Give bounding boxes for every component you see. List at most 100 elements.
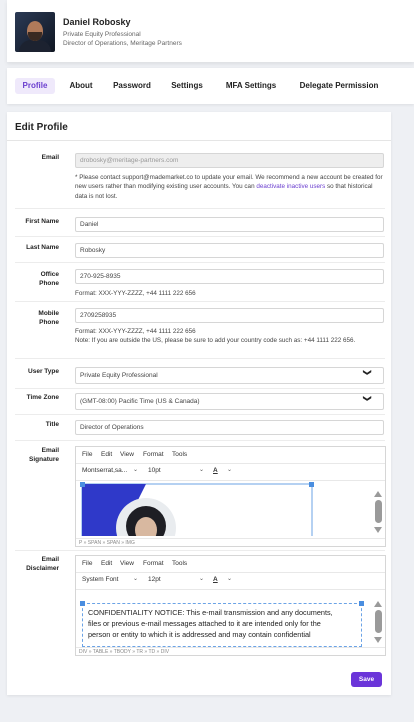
menu-edit[interactable]: Edit <box>101 451 112 458</box>
user-role: Director of Operations, Meritage Partner… <box>63 40 182 47</box>
signature-label-line1: Email <box>41 447 59 454</box>
row-divider <box>15 358 385 359</box>
scroll-down-icon[interactable] <box>374 637 382 643</box>
scroll-thumb[interactable] <box>375 610 382 633</box>
user-title: Private Equity Professional <box>63 31 141 38</box>
disclaimer-scrollbar[interactable] <box>374 601 383 647</box>
disclaimer-content[interactable]: CONFIDENTIALITY NOTICE: This e-mail tran… <box>80 601 364 647</box>
signature-scrollbar[interactable] <box>374 491 383 537</box>
divider <box>7 140 391 141</box>
mobile-phone-format: Format: XXX-YYY-ZZZZ, +44 1111 222 656 <box>75 328 196 335</box>
disclaimer-label: Email Disclaimer <box>14 555 59 573</box>
first-name-label: First Name <box>25 218 59 225</box>
office-phone-format: Format: XXX-YYY-ZZZZ, +44 1111 222 656 <box>75 290 196 297</box>
chevron-down-icon[interactable]: ⌄ <box>227 466 232 473</box>
font-size-select[interactable]: 12pt <box>148 576 161 583</box>
office-phone-label-line2: Phone <box>39 280 59 287</box>
signature-menubar: File Edit View Format Tools <box>76 447 385 464</box>
avatar <box>15 12 55 52</box>
email-label: Email <box>41 154 59 161</box>
row-divider <box>15 550 385 551</box>
office-phone-label: Office Phone <box>14 270 59 288</box>
mobile-phone-field[interactable] <box>75 308 384 323</box>
menu-format[interactable]: Format <box>143 560 164 567</box>
signature-editor[interactable]: File Edit View Format Tools Montserrat,s… <box>75 446 386 547</box>
mobile-phone-label-line1: Mobile <box>38 310 59 317</box>
last-name-field[interactable] <box>75 243 384 258</box>
chevron-down-icon[interactable]: ⌄ <box>133 466 138 473</box>
font-family-select[interactable]: System Font <box>82 576 118 583</box>
menu-view[interactable]: View <box>120 451 134 458</box>
save-button[interactable]: Save <box>351 672 382 687</box>
disclaimer-editor[interactable]: File Edit View Format Tools System Font … <box>75 555 386 656</box>
menu-file[interactable]: File <box>82 451 92 458</box>
menu-file[interactable]: File <box>82 560 92 567</box>
chevron-down-icon[interactable]: ❯ <box>363 369 372 376</box>
signature-content[interactable] <box>76 480 366 536</box>
chevron-down-icon[interactable]: ❯ <box>363 395 372 402</box>
mobile-phone-label-line2: Phone <box>39 319 59 326</box>
tab-about[interactable]: About <box>63 78 99 94</box>
tab-password[interactable]: Password <box>109 78 155 94</box>
deactivate-users-link[interactable]: deactivate inactive users <box>256 183 325 190</box>
font-size-select[interactable]: 10pt <box>148 467 161 474</box>
chevron-down-icon[interactable]: ⌄ <box>133 575 138 582</box>
title-label: Title <box>45 421 59 428</box>
profile-tabs: Profile About Password Settings MFA Sett… <box>7 68 414 104</box>
resize-handle[interactable] <box>80 601 85 606</box>
tab-delegate-permission[interactable]: Delegate Permission <box>293 78 385 94</box>
menu-edit[interactable]: Edit <box>101 560 112 567</box>
row-divider <box>15 236 385 237</box>
menu-view[interactable]: View <box>120 560 134 567</box>
chevron-down-icon[interactable]: ⌄ <box>227 575 232 582</box>
row-divider <box>15 414 385 415</box>
signature-label-line2: Signature <box>29 456 59 463</box>
signature-status-path: P » SPAN » SPAN » IMG <box>76 538 385 546</box>
email-field <box>75 153 384 168</box>
scroll-down-icon[interactable] <box>374 527 382 533</box>
tab-mfa-settings[interactable]: MFA Settings <box>221 78 281 94</box>
email-note: * Please contact support@mademarket.co t… <box>75 173 385 201</box>
time-zone-label: Time Zone <box>26 394 59 401</box>
disclaimer-line: files or previous e-mail messages attach… <box>88 619 321 628</box>
chevron-down-icon[interactable]: ⌄ <box>199 466 204 473</box>
scroll-up-icon[interactable] <box>374 601 382 607</box>
row-divider <box>15 262 385 263</box>
signature-label: Email Signature <box>14 446 59 464</box>
user-type-select[interactable]: Private Equity Professional <box>75 367 384 384</box>
menu-tools[interactable]: Tools <box>172 560 187 567</box>
font-family-select[interactable]: Montserrat,sa... <box>82 467 127 474</box>
menu-format[interactable]: Format <box>143 451 164 458</box>
text-color-button[interactable]: A <box>213 576 218 583</box>
disclaimer-toolbar: System Font ⌄ 12pt ⌄ A ⌄ <box>76 572 385 590</box>
disclaimer-menubar: File Edit View Format Tools <box>76 556 385 573</box>
title-field[interactable] <box>75 420 384 435</box>
tab-settings[interactable]: Settings <box>167 78 207 94</box>
first-name-field[interactable] <box>75 217 384 232</box>
row-divider <box>15 388 385 389</box>
last-name-label: Last Name <box>26 244 59 251</box>
time-zone-select[interactable]: (GMT-08:00) Pacific Time (US & Canada) <box>75 393 384 410</box>
scroll-up-icon[interactable] <box>374 491 382 497</box>
chevron-down-icon[interactable]: ⌄ <box>199 575 204 582</box>
disclaimer-label-line1: Email <box>41 556 59 563</box>
mobile-phone-note: Note: If you are outside the US, please … <box>75 337 356 344</box>
user-type-label: User Type <box>28 368 59 375</box>
row-divider <box>15 440 385 441</box>
menu-tools[interactable]: Tools <box>172 451 187 458</box>
tab-profile[interactable]: Profile <box>15 78 55 94</box>
text-color-button[interactable]: A <box>213 467 218 474</box>
card-title: Edit Profile <box>15 122 68 133</box>
time-zone-value: (GMT-08:00) Pacific Time (US & Canada) <box>80 398 200 405</box>
signature-toolbar: Montserrat,sa... ⌄ 10pt ⌄ A ⌄ <box>76 463 385 481</box>
office-phone-field[interactable] <box>75 269 384 284</box>
profile-header: Daniel Robosky Private Equity Profession… <box>7 0 414 62</box>
row-divider <box>15 301 385 302</box>
office-phone-label-line1: Office <box>40 271 59 278</box>
scroll-thumb[interactable] <box>375 500 382 523</box>
disclaimer-line: CONFIDENTIALITY NOTICE: This e-mail tran… <box>88 608 333 617</box>
user-name: Daniel Robosky <box>63 17 131 27</box>
row-divider <box>15 208 385 209</box>
signature-image <box>80 482 314 536</box>
resize-handle[interactable] <box>359 601 364 606</box>
